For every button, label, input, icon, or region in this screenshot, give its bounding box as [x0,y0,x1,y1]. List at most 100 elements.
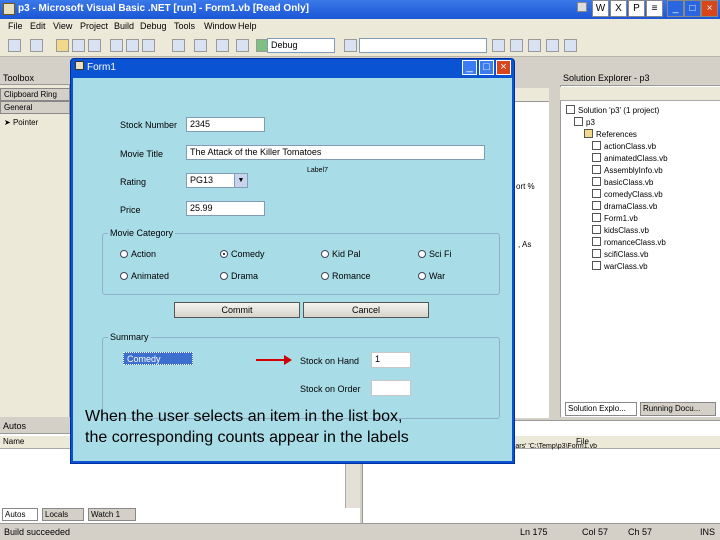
caption-line-1: When the user selects an item in the lis… [85,408,403,425]
menu-tools[interactable]: Tools [174,21,195,31]
class-view-icon[interactable] [564,39,577,52]
radio-comedy-label: Comedy [231,249,265,259]
menu-edit[interactable]: Edit [30,21,46,31]
status-ins: INS [700,527,716,537]
form-close-button[interactable]: × [496,60,511,75]
vb-file-icon [592,249,601,258]
nav-back-icon[interactable] [216,39,229,52]
tree-item-file[interactable]: actionClass.vb [566,141,716,153]
radio-kid-pal[interactable] [321,250,329,258]
add-item-icon[interactable] [30,39,43,52]
solution-explorer-icon[interactable] [492,39,505,52]
stock-number-input[interactable]: 2345 [186,117,265,132]
cancel-button[interactable]: Cancel [303,302,429,318]
form-minimize-button[interactable]: _ [462,60,477,75]
radio-war-label: War [429,271,446,281]
slide-caption: When the user selects an item in the lis… [85,406,409,448]
tree-item-file[interactable]: kidsClass.vb [566,225,716,237]
find-in-files-icon[interactable] [344,39,357,52]
form-maximize-button[interactable]: □ [479,60,494,75]
radio-sci-fi-label: Sci Fi [429,249,452,259]
tree-item-file[interactable]: dramaClass.vb [566,201,716,213]
tree-label: kidsClass.vb [604,226,649,235]
menu-debug[interactable]: Debug [140,21,167,31]
maximize-button[interactable]: □ [684,0,701,17]
tab-solution-explorer[interactable]: Solution Explo... [565,402,637,416]
movie-title-input[interactable]: The Attack of the Killer Tomatoes [186,145,485,160]
menu-file[interactable]: File [8,21,23,31]
radio-romance-label: Romance [332,271,371,281]
radio-comedy[interactable] [220,250,228,258]
radio-action[interactable] [120,250,128,258]
toolbox-icon[interactable] [546,39,559,52]
caption-line-2: the corresponding counts appear in the l… [85,429,409,446]
radio-drama[interactable] [220,272,228,280]
tree-item-file[interactable]: Form1.vb [566,213,716,225]
config-combo[interactable]: Debug [267,38,335,53]
tray-icon[interactable] [577,2,587,12]
cut-icon[interactable] [110,39,123,52]
arrow-annotation [256,355,292,365]
menu-view[interactable]: View [53,21,72,31]
tree-item-project[interactable]: p3 [566,117,716,129]
tree-item-file[interactable]: scifiClass.vb [566,249,716,261]
summary-listbox-selected[interactable]: Comedy [123,352,193,365]
config-combo-value: Debug [271,40,298,50]
tab-autos[interactable]: Autos [2,508,38,521]
toolbox-pointer[interactable]: ➤ Pointer [4,118,38,127]
save-icon[interactable] [72,39,85,52]
close-button[interactable]: × [701,0,718,17]
tree-item-file[interactable]: basicClass.vb [566,177,716,189]
vb-file-icon [592,177,601,186]
tree-item-solution[interactable]: Solution 'p3' (1 project) [566,105,716,117]
toolbox-tab-general[interactable]: General [0,101,70,114]
tab-watch1[interactable]: Watch 1 [88,508,136,521]
commit-button[interactable]: Commit [174,302,300,318]
menu-window[interactable]: Window [204,21,236,31]
properties-icon[interactable] [510,39,523,52]
form-icon [75,61,84,70]
movie-category-group [102,233,500,295]
price-input[interactable]: 25.99 [186,201,265,216]
toolbox-tab-clipboard[interactable]: Clipboard Ring [0,88,70,101]
tab-locals[interactable]: Locals [42,508,84,521]
radio-war[interactable] [418,272,426,280]
menu-project[interactable]: Project [80,21,108,31]
object-browser-icon[interactable] [528,39,541,52]
code-editor[interactable] [515,88,549,418]
notepad-icon[interactable]: ≡ [646,0,663,17]
vb-file-icon [592,237,601,246]
tree-item-file[interactable]: animatedClass.vb [566,153,716,165]
word-icon[interactable]: W [592,0,609,17]
minimize-button[interactable]: _ [667,0,684,17]
save-all-icon[interactable] [88,39,101,52]
paste-icon[interactable] [142,39,155,52]
status-char: Ch 57 [628,527,653,537]
copy-icon[interactable] [126,39,139,52]
open-icon[interactable] [56,39,69,52]
solution-icon [566,105,575,114]
tree-item-file[interactable]: comedyClass.vb [566,189,716,201]
menu-help[interactable]: Help [238,21,257,31]
tree-item-file[interactable]: romanceClass.vb [566,237,716,249]
radio-romance[interactable] [321,272,329,280]
tree-item-references[interactable]: References [566,129,716,141]
tree-item-file[interactable]: AssemblyInfo.vb [566,165,716,177]
chevron-down-icon[interactable]: ▼ [234,174,247,187]
radio-sci-fi[interactable] [418,250,426,258]
nav-forward-icon[interactable] [236,39,249,52]
solution-explorer-title-text: Solution Explorer - p3 [563,73,650,83]
powerpoint-icon[interactable]: P [628,0,645,17]
form-file-icon [592,213,601,222]
radio-animated[interactable] [120,272,128,280]
menu-build[interactable]: Build [114,21,134,31]
undo-icon[interactable] [172,39,185,52]
rating-label: Rating [120,177,147,187]
tab-running-documents[interactable]: Running Docu... [640,402,716,416]
status-bar: Build succeeded Ln 175 Col 57 Ch 57 INS [0,523,720,540]
tree-item-file[interactable]: warClass.vb [566,261,716,273]
find-combo[interactable] [359,38,487,53]
redo-icon[interactable] [194,39,207,52]
excel-icon[interactable]: X [610,0,627,17]
new-project-icon[interactable] [8,39,21,52]
